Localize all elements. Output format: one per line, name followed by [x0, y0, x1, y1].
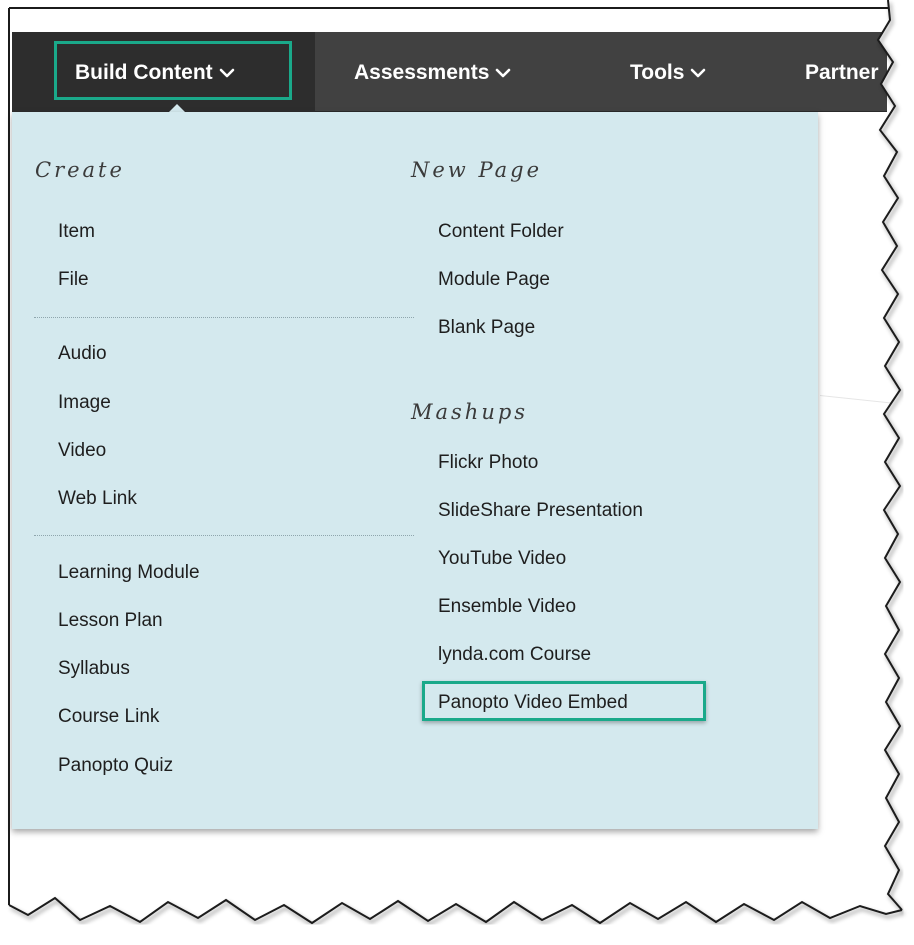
background-line	[819, 395, 914, 406]
nav-partner[interactable]: Partner	[805, 58, 879, 88]
menu-item-file[interactable]: File	[58, 268, 89, 292]
menu-item-audio[interactable]: Audio	[58, 342, 107, 366]
menu-item-youtube-video[interactable]: YouTube Video	[438, 547, 566, 571]
menu-item-blank-page[interactable]: Blank Page	[438, 316, 535, 340]
course-menu-bar: Build Content Assessments Tools Partner	[12, 32, 887, 113]
menu-divider	[34, 535, 414, 536]
chevron-down-icon	[496, 69, 511, 78]
nav-build-content-label: Build Content	[75, 61, 213, 84]
chevron-down-icon	[691, 69, 706, 78]
nav-assessments[interactable]: Assessments	[354, 58, 511, 88]
nav-build-content[interactable]: Build Content	[75, 58, 235, 88]
menu-item-video[interactable]: Video	[58, 439, 106, 463]
new-page-heading: New Page	[411, 158, 543, 182]
menu-item-panopto-video-embed[interactable]: Panopto Video Embed	[438, 691, 628, 715]
build-content-dropdown: Create Item File Audio Image Video Web L…	[12, 112, 818, 829]
menu-item-content-folder[interactable]: Content Folder	[438, 220, 564, 244]
menu-item-panopto-quiz[interactable]: Panopto Quiz	[58, 754, 173, 778]
nav-tools-label: Tools	[630, 61, 685, 84]
menu-item-course-link[interactable]: Course Link	[58, 705, 159, 729]
menu-item-lesson-plan[interactable]: Lesson Plan	[58, 609, 163, 633]
menu-item-flickr-photo[interactable]: Flickr Photo	[438, 451, 538, 475]
nav-assessments-label: Assessments	[354, 61, 490, 84]
chevron-down-icon	[219, 69, 234, 78]
nav-tools[interactable]: Tools	[630, 58, 706, 88]
menu-item-slideshare-presentation[interactable]: SlideShare Presentation	[438, 499, 643, 523]
menu-item-learning-module[interactable]: Learning Module	[58, 561, 200, 585]
menu-item-module-page[interactable]: Module Page	[438, 268, 550, 292]
menu-divider	[34, 317, 414, 318]
create-heading: Create	[35, 158, 125, 182]
mashups-heading: Mashups	[411, 400, 529, 424]
menu-item-image[interactable]: Image	[58, 391, 111, 415]
menu-item-syllabus[interactable]: Syllabus	[58, 657, 130, 681]
menu-item-ensemble-video[interactable]: Ensemble Video	[438, 595, 576, 619]
nav-partner-label: Partner	[805, 61, 879, 84]
menu-item-lynda-course[interactable]: lynda.com Course	[438, 643, 591, 667]
menu-item-item[interactable]: Item	[58, 220, 95, 244]
menu-item-web-link[interactable]: Web Link	[58, 487, 137, 511]
